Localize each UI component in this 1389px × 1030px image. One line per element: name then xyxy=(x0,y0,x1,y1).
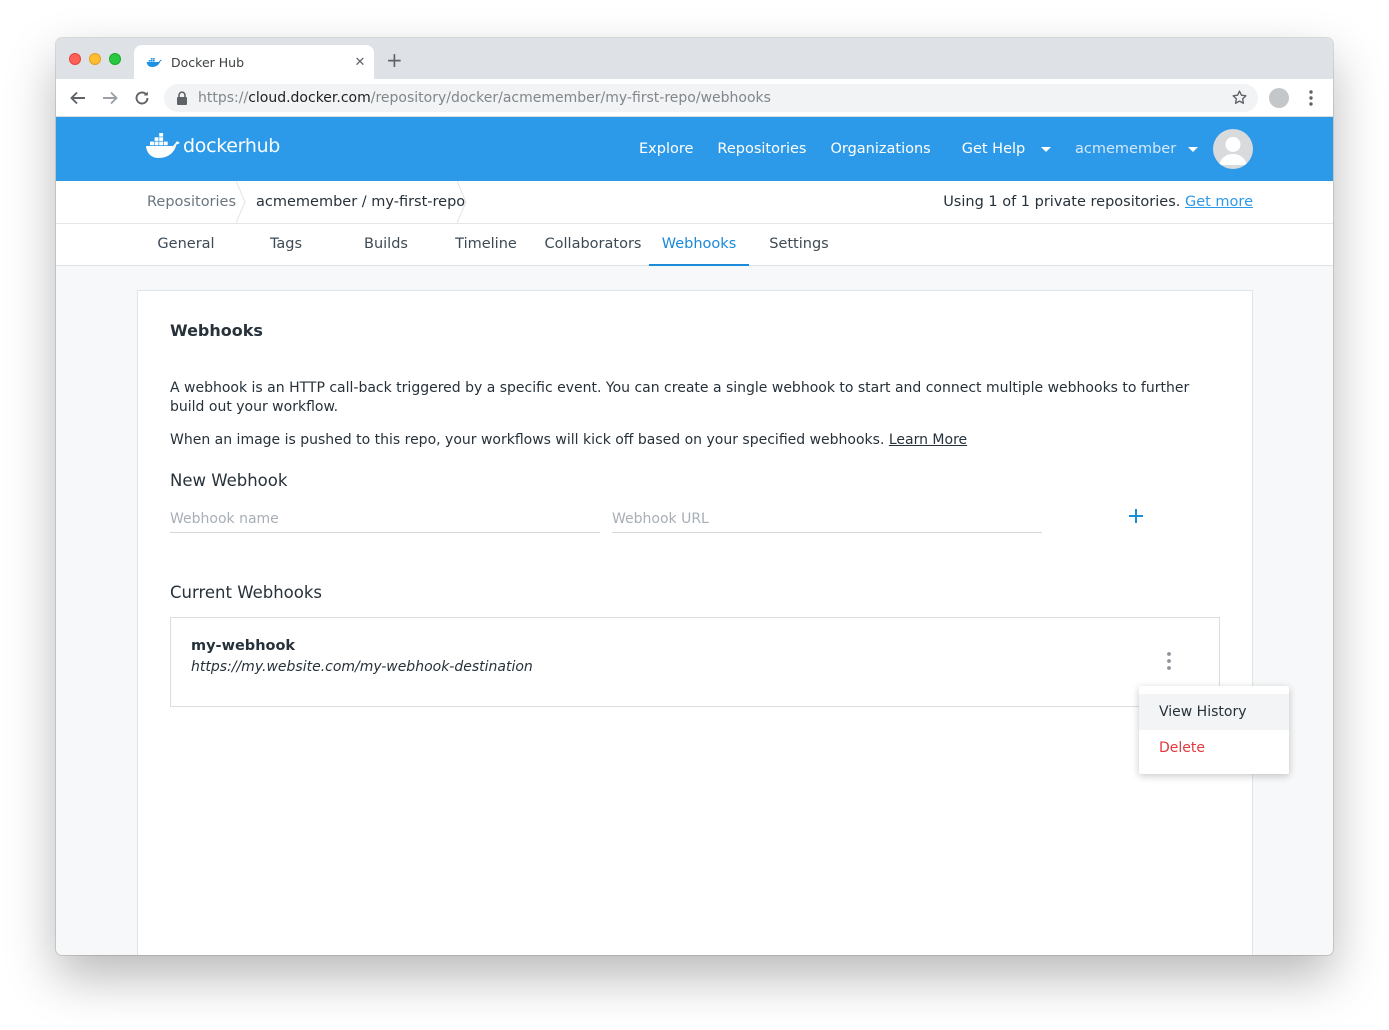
user-avatar-icon xyxy=(1219,137,1247,165)
nav-organizations[interactable]: Organizations xyxy=(830,141,930,157)
browser-menu-icon[interactable] xyxy=(1306,89,1316,107)
chevron-down-icon xyxy=(1041,146,1052,152)
breadcrumb: Repositories acmemember / my-first-repo … xyxy=(56,181,1333,224)
minimize-window-button[interactable] xyxy=(89,53,101,65)
url-text: https://cloud.docker.com/repository/dock… xyxy=(198,90,771,106)
browser-tab-title: Docker Hub xyxy=(171,54,244,70)
dockerhub-header: dockerhub Explore Repositories Organizat… xyxy=(56,117,1333,181)
breadcrumb-separator-icon xyxy=(236,181,246,223)
nav-repositories[interactable]: Repositories xyxy=(717,141,806,157)
tab-tags[interactable]: Tags xyxy=(248,224,324,266)
address-bar[interactable]: https://cloud.docker.com/repository/dock… xyxy=(164,84,1258,112)
nav-get-help[interactable]: Get Help xyxy=(962,141,1052,157)
screen: Docker Hub ✕ + https://cloud.docker.com/… xyxy=(0,0,1389,1030)
page-title: Webhooks xyxy=(170,321,263,340)
breadcrumb-separator-icon xyxy=(457,181,467,223)
webhook-context-menu: View History Delete xyxy=(1139,686,1289,774)
chevron-down-icon xyxy=(1188,146,1199,152)
logo-wordmark: dockerhub xyxy=(183,135,281,157)
docker-whale-icon xyxy=(146,133,180,158)
top-navigation: Explore Repositories Organizations Get H… xyxy=(639,117,1052,181)
tab-timeline[interactable]: Timeline xyxy=(448,224,524,266)
tab-settings[interactable]: Settings xyxy=(760,224,838,266)
close-window-button[interactable] xyxy=(69,53,81,65)
reload-icon[interactable] xyxy=(132,88,152,108)
list-item: my-webhook https://my.website.com/my-web… xyxy=(170,617,1220,707)
close-tab-icon[interactable]: ✕ xyxy=(346,55,374,70)
webhooks-card: Webhooks A webhook is an HTTP call-back … xyxy=(137,290,1253,955)
browser-tab-bar: Docker Hub ✕ + xyxy=(56,38,1333,79)
learn-more-link[interactable]: Learn More xyxy=(889,432,967,448)
tab-general[interactable]: General xyxy=(148,224,224,266)
zoom-window-button[interactable] xyxy=(109,53,121,65)
browser-toolbar: https://cloud.docker.com/repository/dock… xyxy=(56,79,1333,117)
new-webhook-heading: New Webhook xyxy=(170,471,288,490)
webhooks-trigger-note: When an image is pushed to this repo, yo… xyxy=(170,432,968,448)
breadcrumb-repositories[interactable]: Repositories xyxy=(147,181,236,223)
get-more-link[interactable]: Get more xyxy=(1185,194,1253,210)
add-webhook-button[interactable] xyxy=(1125,505,1147,527)
webhook-url-input[interactable] xyxy=(612,505,1042,533)
avatar[interactable] xyxy=(1213,129,1253,169)
webhook-options-icon[interactable] xyxy=(1163,651,1175,671)
delete-menu-item[interactable]: Delete xyxy=(1139,730,1289,766)
username: acmemember xyxy=(1075,141,1177,157)
current-webhooks-heading: Current Webhooks xyxy=(170,583,322,602)
tab-builds[interactable]: Builds xyxy=(348,224,424,266)
lock-icon xyxy=(177,91,187,105)
back-arrow-icon[interactable] xyxy=(68,88,88,108)
webhook-url: https://my.website.com/my-webhook-destin… xyxy=(191,659,533,675)
new-tab-icon[interactable]: + xyxy=(386,50,403,70)
browser-profile-icon[interactable] xyxy=(1269,88,1289,108)
private-repo-quota: Using 1 of 1 private repositories. Get m… xyxy=(943,194,1253,210)
breadcrumb-current-repo: acmemember / my-first-repo xyxy=(256,194,466,210)
tab-collaborators[interactable]: Collaborators xyxy=(541,224,645,266)
dockerhub-logo[interactable]: dockerhub xyxy=(145,133,280,159)
webhook-name-input[interactable] xyxy=(170,505,600,533)
bookmark-star-icon[interactable] xyxy=(1231,89,1248,106)
docker-whale-icon xyxy=(146,58,162,67)
view-history-menu-item[interactable]: View History xyxy=(1139,694,1289,730)
browser-window: Docker Hub ✕ + https://cloud.docker.com/… xyxy=(56,38,1333,955)
nav-explore[interactable]: Explore xyxy=(639,141,693,157)
webhook-name: my-webhook xyxy=(191,638,296,654)
webhooks-description: A webhook is an HTTP call-back triggered… xyxy=(170,380,1190,415)
window-controls xyxy=(69,53,121,65)
user-menu[interactable]: acmemember xyxy=(1075,117,1199,181)
browser-tab[interactable]: Docker Hub ✕ xyxy=(134,45,374,79)
tab-webhooks[interactable]: Webhooks xyxy=(649,224,749,266)
forward-arrow-icon[interactable] xyxy=(100,88,120,108)
repository-tabs: General Tags Builds Timeline Collaborato… xyxy=(56,224,1333,266)
